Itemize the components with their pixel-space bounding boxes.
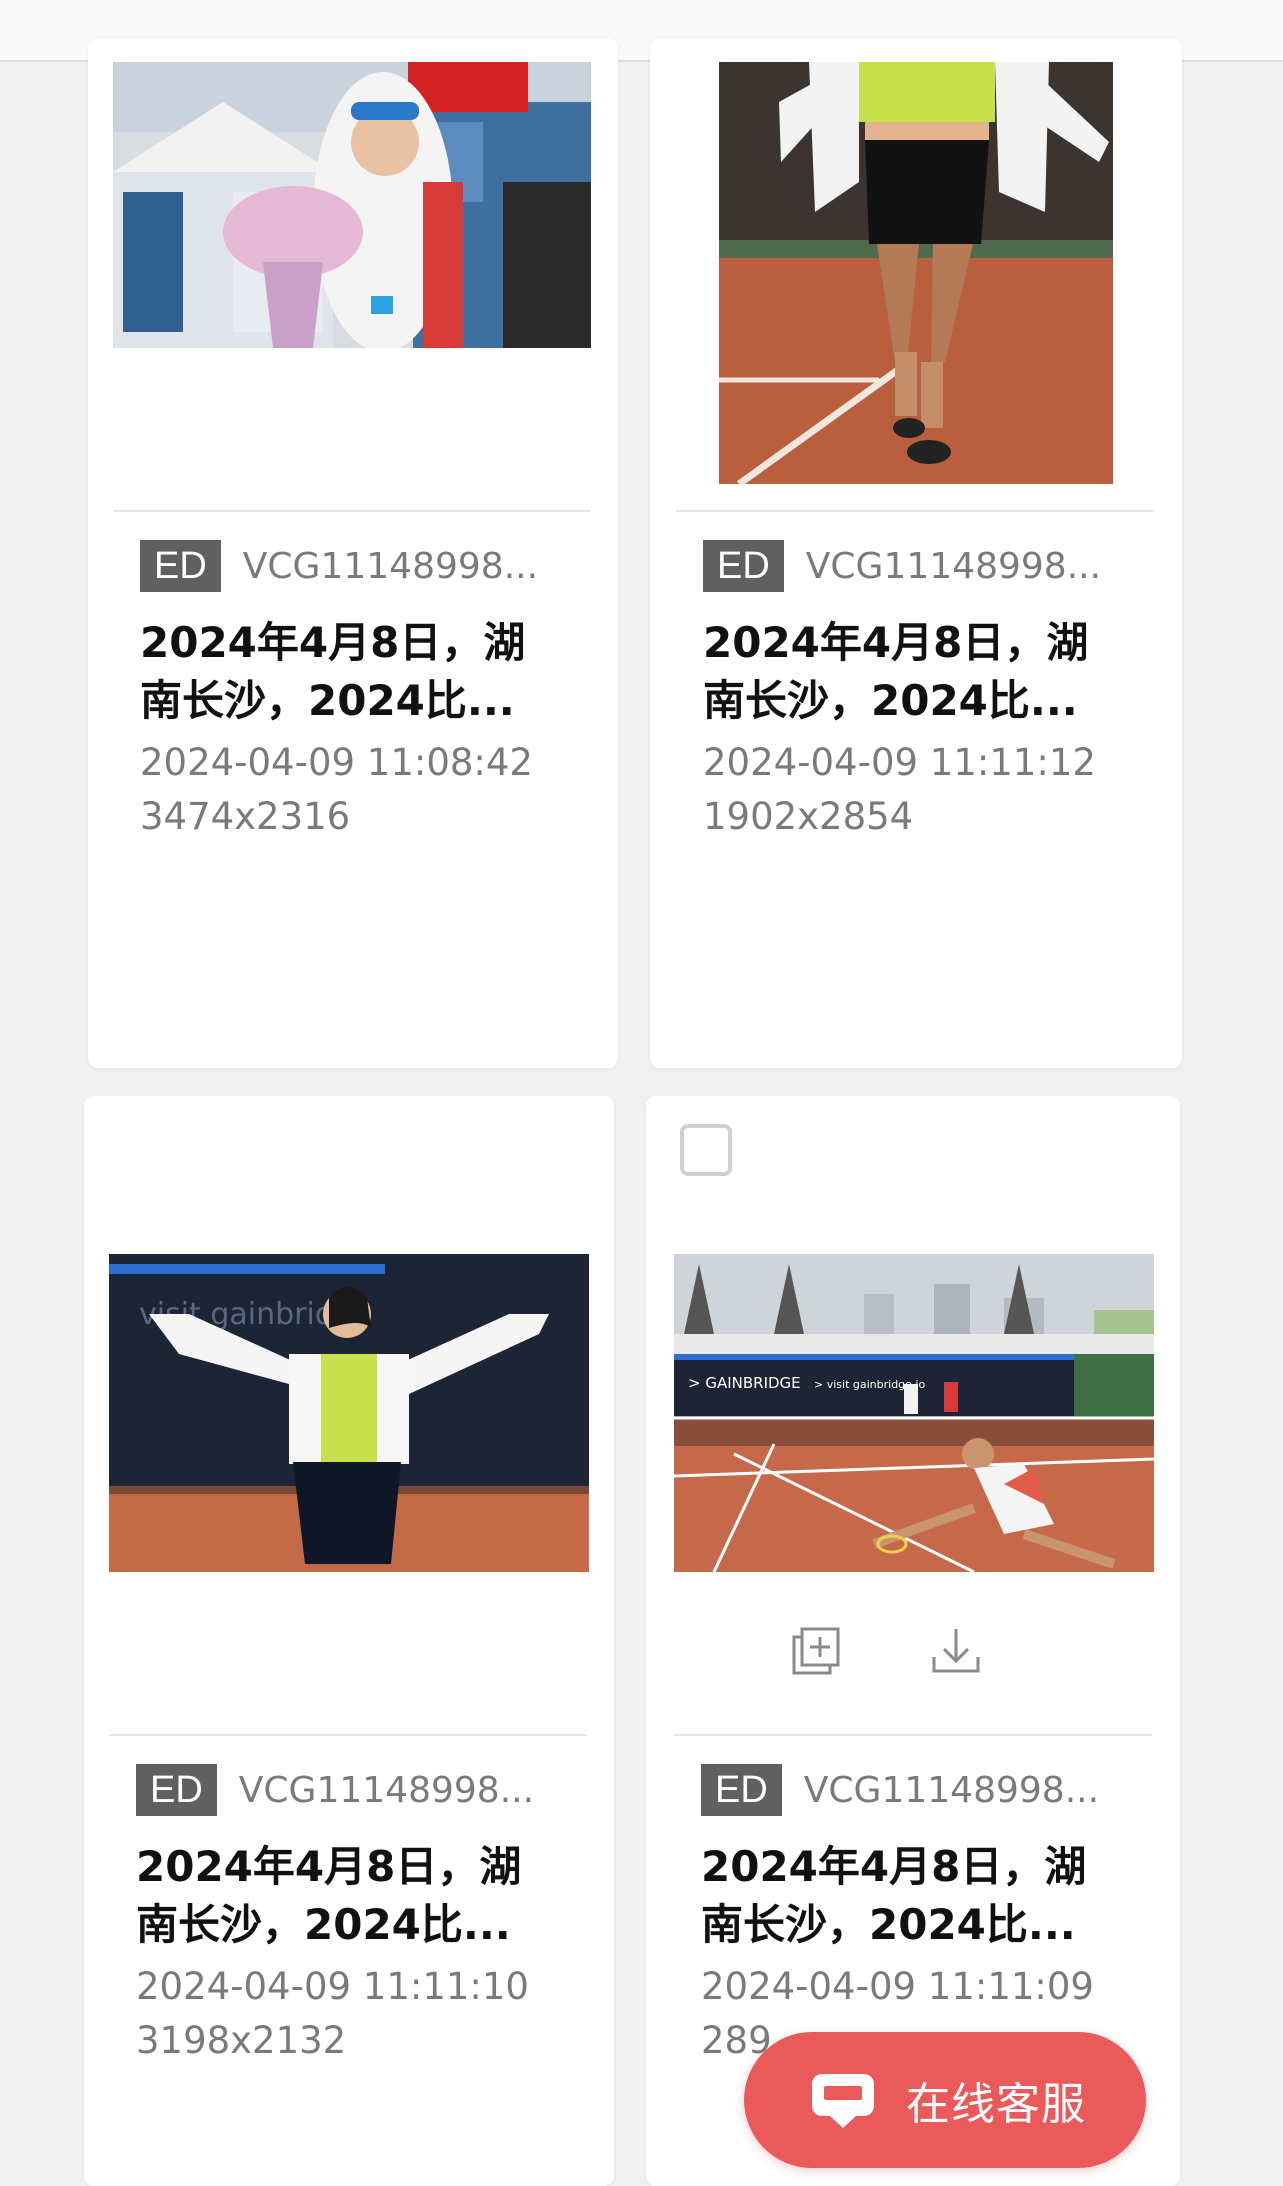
- photo-thumbnail[interactable]: [719, 62, 1113, 484]
- upload-timestamp: 2024-04-09 11:08:42: [140, 741, 533, 784]
- editorial-badge: ED: [136, 1764, 217, 1816]
- customer-service-button[interactable]: 在线客服: [744, 2032, 1146, 2168]
- select-checkbox[interactable]: [680, 1124, 732, 1176]
- card-meta: ED VCG11148998... 2024年4月8日，湖 南长沙，2024比..…: [140, 540, 580, 844]
- card-divider: [674, 1734, 1152, 1736]
- image-id: VCG11148998...: [242, 545, 539, 587]
- card-meta: ED VCG11148998... 2024年4月8日，湖 南长沙，2024比..…: [136, 1764, 576, 2068]
- image-card[interactable]: > GAINBRIDGE > visit gainbridge.io ED VC…: [646, 1096, 1180, 2186]
- image-dimensions: 3474x2316: [140, 795, 351, 838]
- upload-timestamp: 2024-04-09 11:11:09: [701, 1965, 1094, 2008]
- chat-bubble-icon: [812, 2074, 874, 2128]
- editorial-badge: ED: [140, 540, 221, 592]
- image-dimensions: 1902x2854: [703, 795, 914, 838]
- image-id: VCG11148998...: [238, 1769, 535, 1811]
- card-divider: [109, 1734, 587, 1736]
- photo-thumbnail[interactable]: visit gainbridg: [109, 1254, 589, 1572]
- image-card[interactable]: ED VCG11148998... 2024年4月8日，湖 南长沙，2024比..…: [88, 38, 618, 1068]
- card-meta: ED VCG11148998... 2024年4月8日，湖 南长沙，2024比..…: [701, 1764, 1141, 2068]
- photo-thumbnail[interactable]: > GAINBRIDGE > visit gainbridge.io: [674, 1254, 1154, 1572]
- editorial-badge: ED: [701, 1764, 782, 1816]
- svg-text:> GAINBRIDGE: > GAINBRIDGE: [688, 1374, 801, 1392]
- image-title[interactable]: 2024年4月8日，湖 南长沙，2024比...: [136, 1838, 576, 1954]
- image-id: VCG11148998...: [805, 545, 1102, 587]
- image-title[interactable]: 2024年4月8日，湖 南长沙，2024比...: [703, 614, 1143, 730]
- card-divider: [113, 510, 591, 512]
- upload-timestamp: 2024-04-09 11:11:12: [703, 741, 1096, 784]
- image-title[interactable]: 2024年4月8日，湖 南长沙，2024比...: [140, 614, 580, 730]
- image-title[interactable]: 2024年4月8日，湖 南长沙，2024比...: [701, 1838, 1141, 1954]
- card-divider: [676, 510, 1154, 512]
- editorial-badge: ED: [703, 540, 784, 592]
- upload-timestamp: 2024-04-09 11:11:10: [136, 1965, 529, 2008]
- download-icon[interactable]: [928, 1623, 984, 1679]
- image-dimensions: 3198x2132: [136, 2019, 347, 2062]
- image-id: VCG11148998...: [803, 1769, 1100, 1811]
- image-card[interactable]: ED VCG11148998... 2024年4月8日，湖 南长沙，2024比..…: [650, 38, 1182, 1068]
- customer-service-label: 在线客服: [906, 2079, 1086, 2130]
- add-to-collection-icon[interactable]: [788, 1623, 844, 1679]
- card-meta: ED VCG11148998... 2024年4月8日，湖 南长沙，2024比..…: [703, 540, 1143, 844]
- photo-thumbnail[interactable]: [113, 62, 591, 348]
- image-card[interactable]: visit gainbridg ED VCG11148998... 2024年4…: [84, 1096, 614, 2186]
